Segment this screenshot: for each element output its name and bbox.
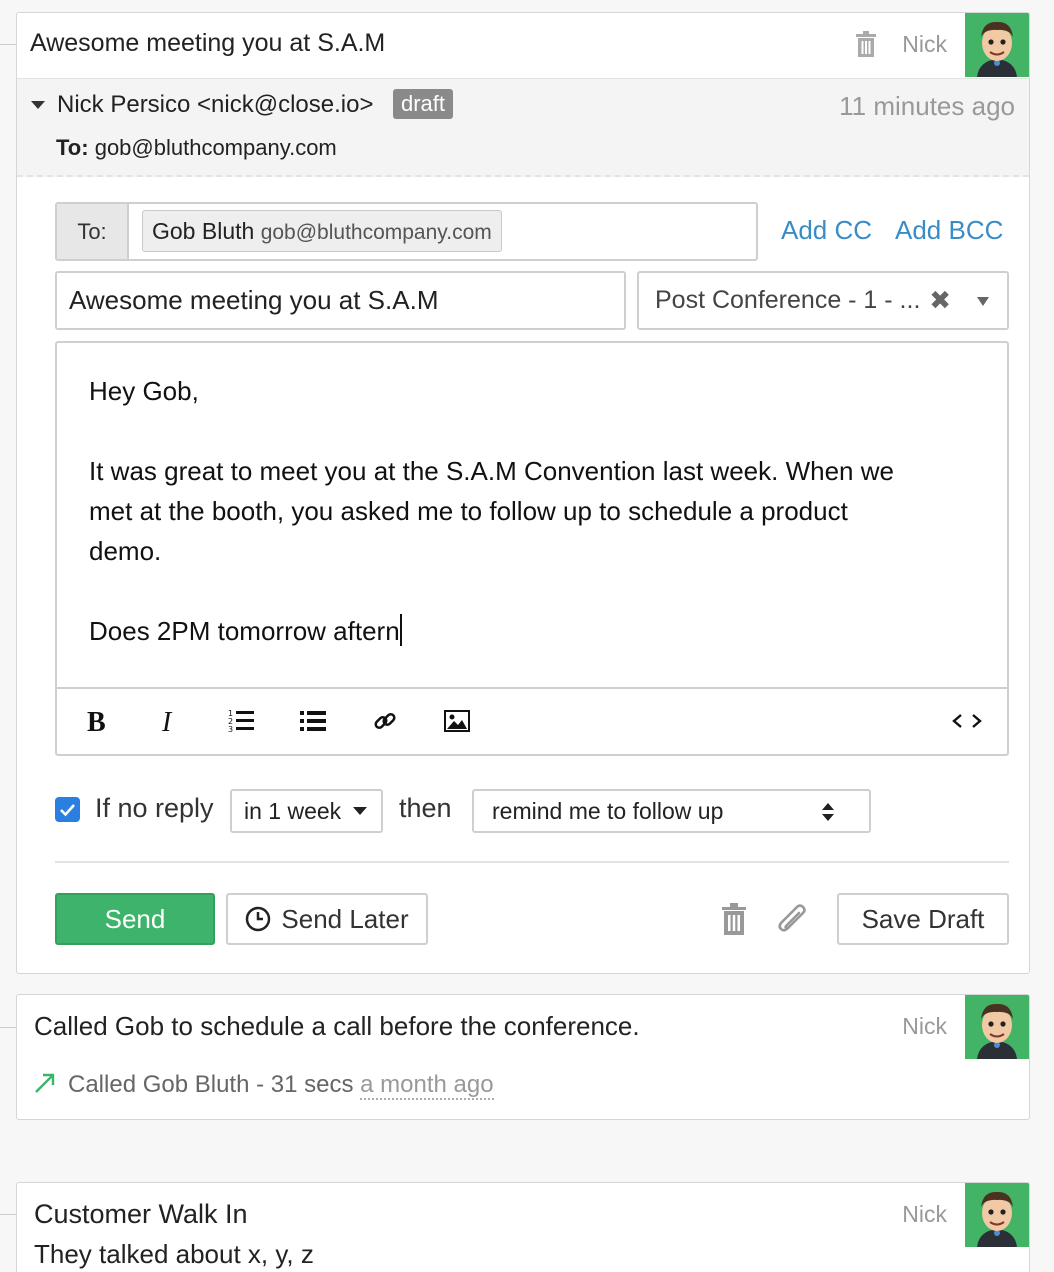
code-view-icon[interactable] [951, 705, 983, 737]
image-icon[interactable] [441, 705, 473, 737]
followup-action-select[interactable]: remind me to follow up [472, 789, 871, 833]
body-greeting: Hey Gob, [89, 376, 199, 406]
avatar [965, 995, 1029, 1059]
outgoing-call-arrow-icon [34, 1072, 56, 1101]
caret-down-icon[interactable] [977, 297, 989, 306]
link-icon[interactable] [369, 705, 401, 737]
template-select[interactable]: Post Conference - 1 - ... ✖ [637, 271, 1009, 330]
to-field-label: To: [57, 204, 129, 259]
note-activity-card: Customer Walk In They talked about x, y,… [16, 1182, 1030, 1272]
add-cc-link[interactable]: Add CC [781, 215, 872, 246]
body-line: met at the booth, you asked me to follow… [89, 496, 848, 526]
to-label: To: [56, 135, 89, 160]
ordered-list-icon[interactable]: 123 [225, 705, 257, 737]
followup-action-value: remind me to follow up [492, 798, 724, 824]
status-badge: draft [393, 89, 454, 119]
send-later-label: Send Later [281, 904, 409, 934]
chevron-down-icon[interactable] [31, 101, 45, 109]
svg-text:B: B [87, 708, 106, 734]
recipient-name: Gob Bluth [152, 218, 255, 244]
recipient-chip[interactable]: Gob Bluth gob@bluthcompany.com [142, 210, 502, 252]
add-bcc-link[interactable]: Add BCC [895, 215, 1003, 246]
followup-row: If no reply in 1 week then remind me to … [55, 789, 915, 833]
avatar [965, 1183, 1029, 1247]
email-header[interactable]: Awesome meeting you at S.A.M Nick [17, 13, 1029, 79]
send-button[interactable]: Send [55, 893, 215, 945]
email-to-line: To: gob@bluthcompany.com [56, 135, 337, 161]
call-summary: Called Gob Bluth - 31 secs [68, 1071, 354, 1098]
timeline-tick [0, 1027, 16, 1028]
then-label: then [399, 793, 452, 823]
call-activity-card: Called Gob to schedule a call before the… [16, 994, 1030, 1120]
subject-input[interactable]: Awesome meeting you at S.A.M [55, 271, 626, 330]
italic-icon[interactable]: I [153, 705, 185, 737]
call-note: Called Gob to schedule a call before the… [34, 1011, 640, 1041]
save-draft-button[interactable]: Save Draft [837, 893, 1009, 945]
editor-toolbar: B I 123 [57, 687, 1007, 754]
clear-icon[interactable]: ✖ [929, 285, 951, 316]
to-address: gob@bluthcompany.com [94, 135, 337, 160]
body-line: Does 2PM tomorrow aftern [89, 616, 400, 646]
call-detail: Called Gob Bluth - 31 secs a month ago [34, 1071, 494, 1101]
paperclip-icon[interactable] [775, 903, 811, 942]
note-title: Customer Walk In [34, 1199, 248, 1229]
bold-icon[interactable]: B [81, 705, 113, 737]
svg-text:3: 3 [228, 725, 233, 733]
if-no-reply-label: If no reply [95, 793, 214, 823]
unordered-list-icon[interactable] [297, 705, 329, 737]
avatar [965, 13, 1029, 77]
to-field[interactable]: To: Gob Bluth gob@bluthcompany.com [55, 202, 758, 261]
send-later-button[interactable]: Send Later [226, 893, 428, 945]
body-line: demo. [89, 536, 162, 566]
recipient-email: gob@bluthcompany.com [260, 221, 492, 244]
owner-name: Nick [902, 31, 947, 57]
caret-down-icon [353, 807, 367, 815]
email-meta: Nick Persico <nick@close.io> draft 11 mi… [17, 79, 1029, 177]
email-body[interactable]: Hey Gob, It was great to meet you at the… [57, 343, 1007, 687]
trash-icon[interactable] [721, 903, 747, 940]
clock-icon [245, 899, 271, 947]
email-activity-card: Awesome meeting you at S.A.M Nick Nick P… [16, 12, 1030, 974]
timeline-tick [0, 1214, 16, 1215]
body-line-current: Does 2PM tomorrow aftern [89, 611, 975, 651]
template-value: Post Conference - 1 - ... [655, 286, 921, 314]
owner-name: Nick [902, 1201, 947, 1227]
email-editor[interactable]: Hey Gob, It was great to meet you at the… [55, 341, 1009, 756]
text-cursor [399, 614, 402, 646]
svg-text:I: I [161, 708, 173, 734]
note-body: They talked about x, y, z [34, 1239, 314, 1269]
timeline-tick [0, 44, 16, 45]
email-timestamp: 11 minutes ago [839, 91, 1015, 121]
email-subject-title: Awesome meeting you at S.A.M [30, 29, 386, 57]
owner-name: Nick [902, 1013, 947, 1039]
trash-icon[interactable] [855, 31, 877, 62]
divider [55, 861, 1009, 863]
followup-checkbox[interactable] [55, 797, 80, 822]
followup-delay-value: in 1 week [244, 798, 342, 824]
followup-delay-select[interactable]: in 1 week [230, 789, 383, 833]
call-timestamp[interactable]: a month ago [360, 1071, 494, 1100]
up-down-caret-icon [822, 803, 834, 821]
email-from: Nick Persico <nick@close.io> [57, 91, 374, 118]
body-line: It was great to meet you at the S.A.M Co… [89, 456, 894, 486]
